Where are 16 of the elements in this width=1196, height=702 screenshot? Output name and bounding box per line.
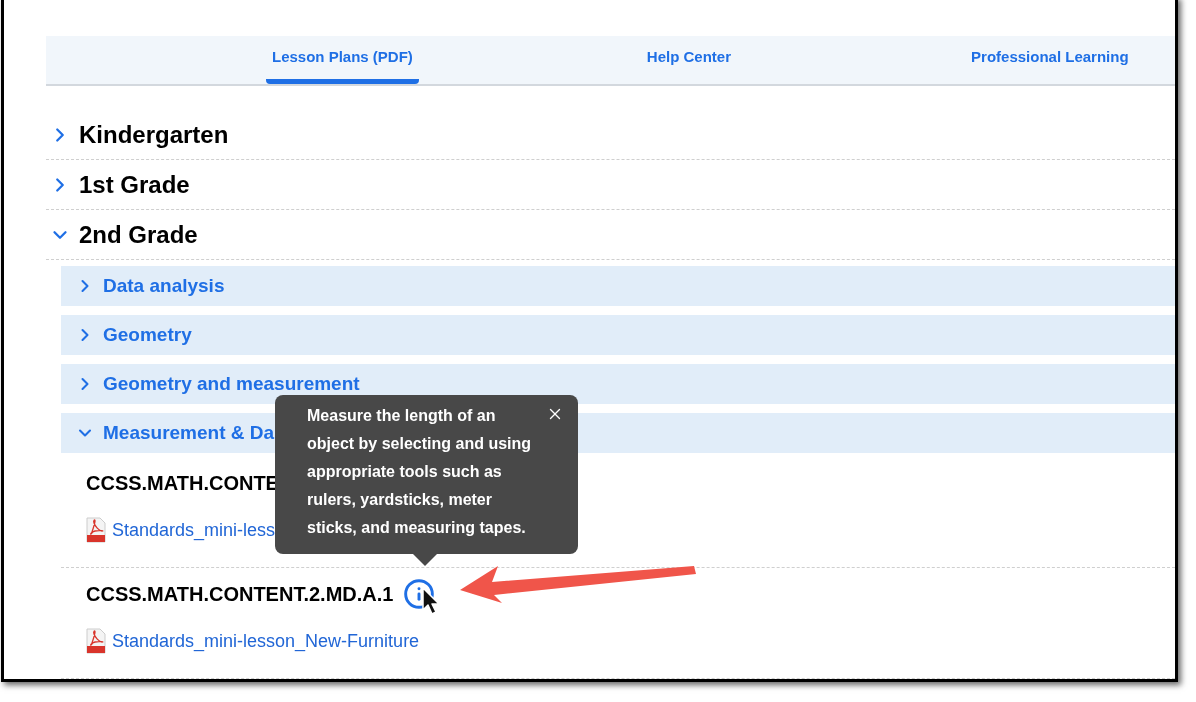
tab[interactable]: Help Center (640, 36, 738, 84)
tab[interactable]: Professional Learning (965, 36, 1135, 84)
tab[interactable]: Lesson Plans (PDF) (266, 36, 419, 84)
topic-accordion-header[interactable]: Geometry and measurement (61, 364, 1175, 404)
topic-accordion-header[interactable]: Data analysis (61, 266, 1175, 306)
standard-code: CCSS.MATH.CONTENT.2.MD.A.1 (86, 582, 394, 607)
pdf-file-link[interactable]: Standards_mini-less (112, 516, 276, 544)
pdf-file-link[interactable]: Standards_mini-lesson_New-Furniture (112, 627, 420, 655)
pdf-file-icon (86, 517, 106, 543)
topic-accordion-header[interactable]: Geometry (61, 315, 1175, 355)
standard-code: CCSS.MATH.CONTE (86, 471, 279, 496)
grade-accordion-header[interactable]: 1st Grade (46, 160, 1175, 210)
info-icon[interactable] (403, 578, 436, 610)
grade-accordion-header[interactable]: 2nd Grade (46, 210, 1175, 260)
pdf-file-icon (86, 628, 106, 654)
grade-accordion-header[interactable]: Kindergarten (46, 110, 1175, 160)
